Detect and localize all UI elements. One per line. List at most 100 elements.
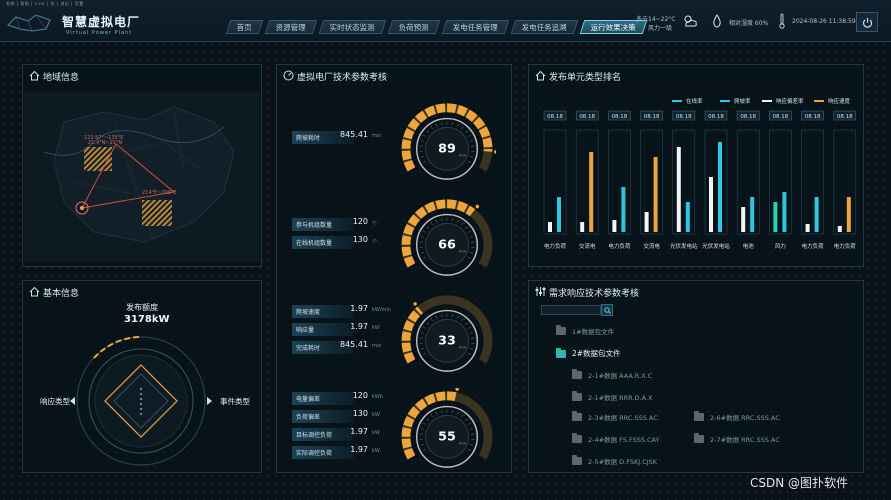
gauge-tick: [456, 411, 459, 415]
system-menu-bar[interactable]: 系统 | 帮助 | Line | 关 | 退出 | 设置: [6, 1, 84, 7]
tree-item-label: 2-5#数据 D.FSKJ.CJSK: [588, 458, 658, 466]
legend-ramp-rate[interactable]: 爬坡率: [720, 97, 751, 105]
gauge-tick: [423, 230, 426, 233]
gauge-2: 66 min: [401, 199, 493, 276]
tree-search-button[interactable]: [601, 304, 613, 316]
release-quota-value: 3178kW: [124, 314, 170, 325]
gauge-tick: [456, 219, 459, 223]
bar: [580, 222, 585, 232]
bar-top-label: 08.18: [708, 114, 724, 120]
bar-top-label: 08.18: [837, 114, 853, 120]
power-button[interactable]: [856, 12, 878, 32]
home-icon: [535, 70, 546, 81]
gauge-icon: [283, 70, 294, 81]
gauge-tick: [420, 252, 424, 254]
gauge-marker: [493, 150, 496, 154]
folder-icon: [572, 433, 582, 443]
tech-param-label: 响应量: [292, 323, 354, 336]
tree-item-label: 1#数据包文件: [572, 328, 615, 336]
gauge-tick: [430, 222, 433, 226]
gauge-tick: [468, 160, 471, 163]
gauge-tick: [435, 315, 438, 319]
humidity-icon: [713, 14, 721, 28]
gauge-tick: [456, 315, 459, 319]
tree-item-label: 2-3#数据 RRC.SSS.AC: [588, 414, 658, 422]
gauge-tick: [420, 140, 424, 142]
nav-tab-resources[interactable]: 资源管理: [264, 20, 318, 34]
tree-item[interactable]: 2-3#数据 RRC.SSS.AC: [572, 411, 658, 422]
nav-tab-load-forecast[interactable]: 负荷预测: [387, 20, 441, 34]
gauge-marker: [455, 388, 459, 391]
nav-tab-home[interactable]: 首页: [225, 20, 264, 34]
bar: [718, 142, 722, 232]
bar: [612, 220, 617, 232]
legend-online-rate[interactable]: 在线率: [672, 97, 703, 105]
nav-tab-task-management[interactable]: 发电任务管理: [441, 20, 510, 34]
gauge-tick: [470, 156, 474, 158]
folder-icon: [572, 455, 582, 465]
tech-param-value: 1.97: [350, 445, 368, 454]
region-map[interactable]: 121.57°~135°E 21.4°N~25°N 214°E~290°E: [24, 92, 259, 262]
gauge-1: 89 min: [401, 103, 496, 180]
tree-item-label: 2-7#数据 RRC.SSS.AC: [710, 436, 780, 444]
bar-column: 08.18 电池: [736, 110, 760, 250]
panel-title: 发布单元类型排名: [549, 73, 622, 83]
gauge-tick: [426, 322, 430, 325]
bar: [685, 202, 690, 232]
gauge-fill: [401, 306, 424, 364]
gauge-tick: [470, 236, 474, 238]
tree-item[interactable]: 2-1#数据 AAA.R.X.C: [572, 369, 653, 380]
tree-item-label: 2-1#数据 RRR.D.A.X: [588, 394, 653, 402]
gauge-tick: [426, 226, 430, 229]
tech-param-value: 120: [352, 217, 368, 226]
bar-track: [769, 129, 792, 235]
nav-tab-task-tracing[interactable]: 发电任务追溯: [510, 20, 579, 34]
gauge-tick: [468, 448, 471, 451]
tree-item-label: 2-1#数据 AAA.R.X.C: [588, 372, 653, 380]
bar: [653, 157, 658, 232]
tree-item[interactable]: 1#数据包文件: [556, 325, 615, 336]
tree-item[interactable]: 2-5#数据 D.FSKJ.CJSK: [572, 455, 658, 466]
legend-swatch: [720, 100, 730, 102]
gauge-tick: [464, 130, 468, 133]
app-subtitle: Virtual Power Plant: [66, 30, 133, 36]
legend-response-speed[interactable]: 响应速度: [814, 97, 850, 105]
legend-deviation-rate[interactable]: 响应偏差率: [762, 97, 804, 105]
bar-top-label: 08.18: [676, 114, 692, 120]
tree-item[interactable]: 2-4#数据 FS.FSSS.CAY: [572, 433, 659, 444]
tech-param-unit: min: [372, 343, 382, 349]
gauge-tick: [420, 332, 424, 334]
bar-track: [672, 129, 696, 235]
home-icon: [29, 286, 40, 297]
bar: [557, 197, 561, 232]
logo-icon: [7, 14, 51, 32]
category-label: 电力负荷: [802, 242, 825, 250]
info-dial: [70, 336, 212, 466]
tree-item[interactable]: 2-7#数据 RRC.SSS.AC: [694, 433, 780, 444]
tree-item[interactable]: 2-1#数据 RRR.D.A.X: [572, 391, 653, 402]
bar-track: [833, 129, 857, 235]
tree-item[interactable]: 2-6#数据 RRC.SSS.AC: [694, 411, 780, 422]
tree-search-input[interactable]: [541, 305, 601, 315]
bar: [709, 177, 713, 232]
bar-track: [801, 129, 824, 235]
tech-param-label: 目标调控负荷: [292, 428, 354, 441]
bar-top-label: 08.18: [740, 114, 756, 120]
tech-param-value: 1.97: [350, 427, 368, 436]
bar-column: 08.18 光伏发电站: [702, 110, 730, 250]
gauge-tick: [430, 318, 433, 322]
tech-param-label: 电量偏差: [292, 392, 354, 405]
tech-param-unit: kW: [372, 448, 380, 454]
panel-title: 地域信息: [43, 73, 80, 83]
bar-column: 08.18 电力负荷: [833, 110, 857, 250]
cloudy-weather-icon: [684, 15, 697, 27]
thermometer-icon: [779, 13, 785, 29]
sliders-icon: [535, 287, 546, 296]
map-region-2: [142, 200, 172, 226]
bar-column: 08.18 电力负荷: [543, 110, 566, 250]
gauge-tick: [470, 444, 474, 446]
nav-tab-monitoring[interactable]: 实时状态监测: [318, 20, 387, 34]
tree-item[interactable]: 2#数据包文件: [556, 347, 621, 359]
gauge-tick: [451, 410, 453, 414]
gauge-tick: [451, 218, 453, 222]
